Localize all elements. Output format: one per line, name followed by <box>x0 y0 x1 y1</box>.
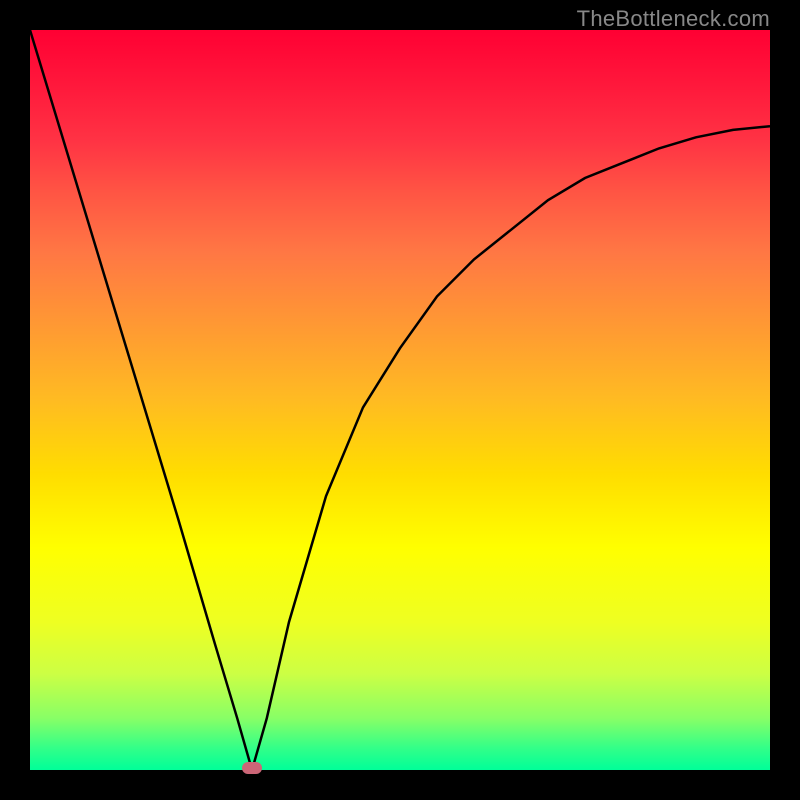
watermark-text: TheBottleneck.com <box>577 6 770 32</box>
minimum-point-marker <box>242 762 262 774</box>
bottleneck-curve <box>30 30 770 770</box>
